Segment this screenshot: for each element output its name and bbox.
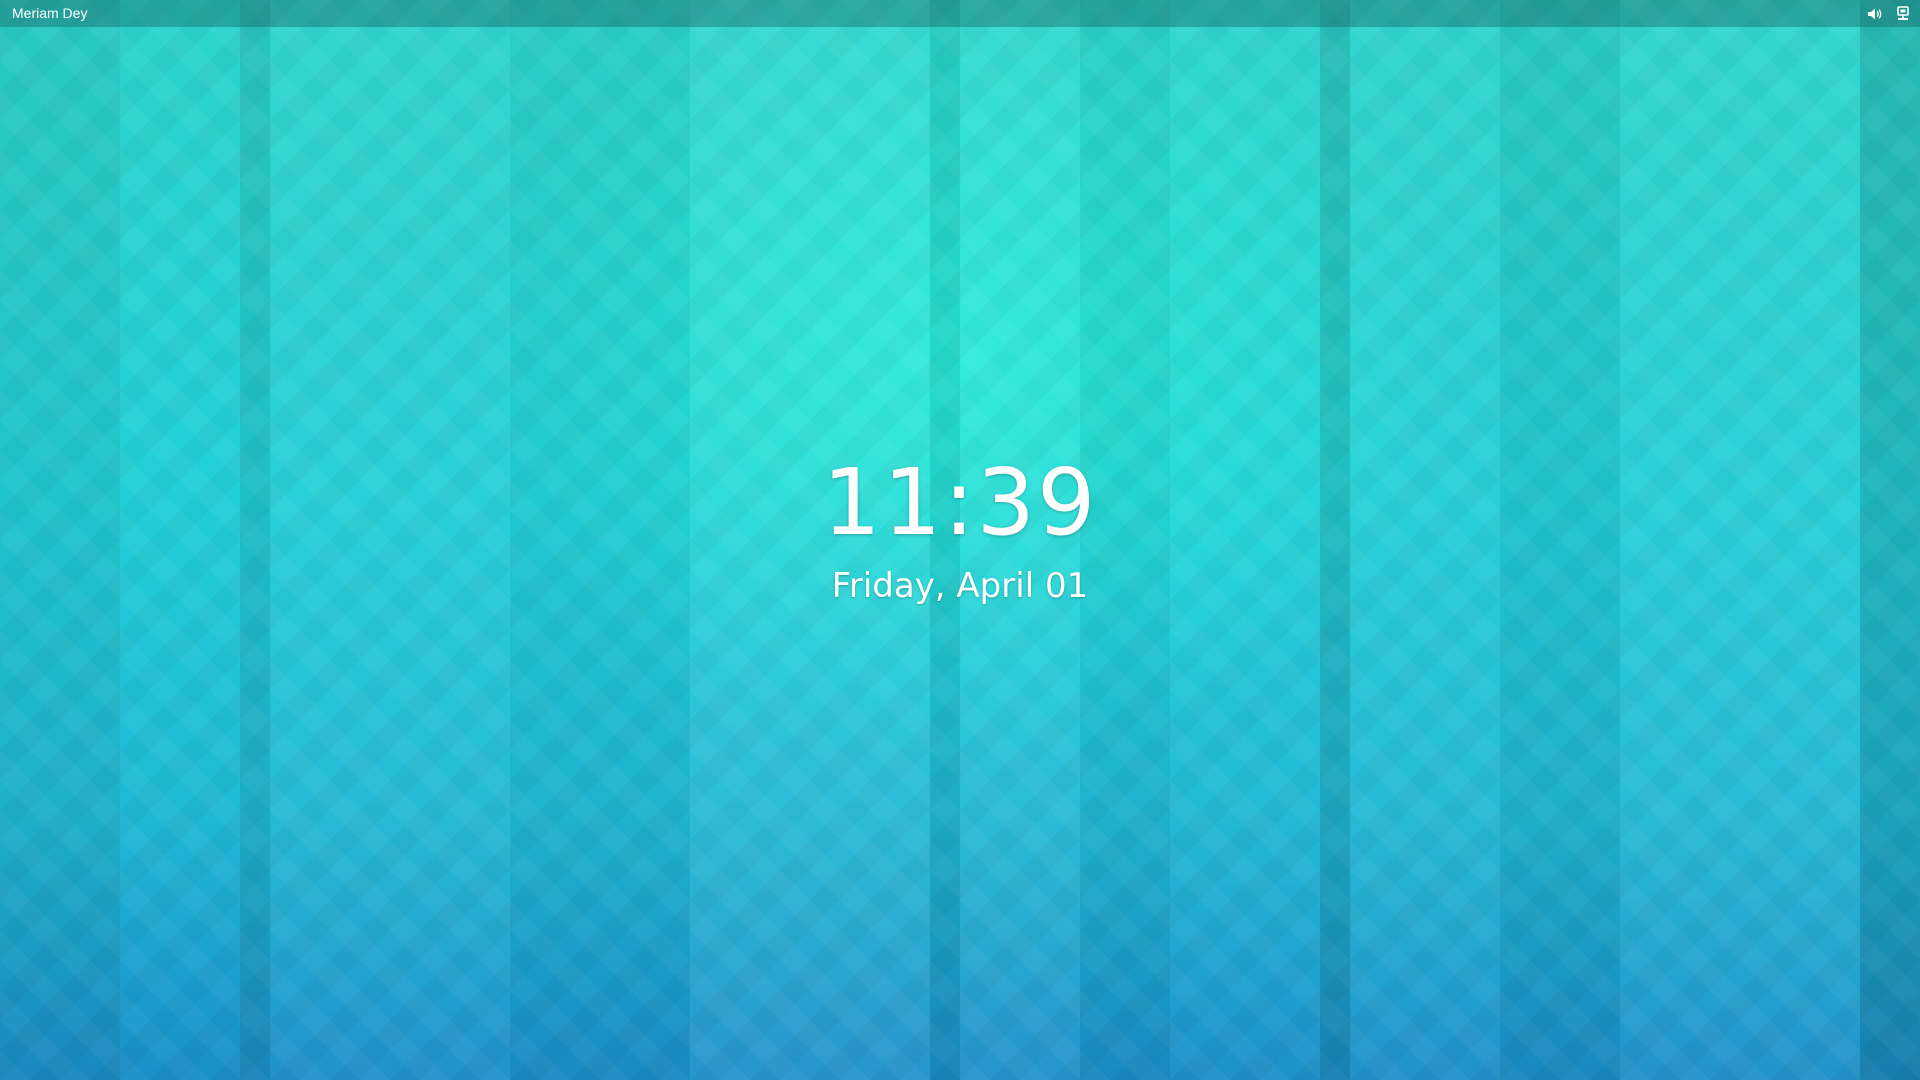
clock-date: Friday, April 01 (831, 566, 1089, 606)
network-icon[interactable] (1894, 5, 1912, 23)
volume-icon[interactable] (1866, 5, 1884, 23)
user-name[interactable]: Meriam Dey (12, 5, 87, 22)
top-bar: Meriam Dey (0, 0, 1920, 27)
lock-screen-clock: 11:39 Friday, April 01 (0, 448, 1920, 606)
system-tray[interactable] (1866, 4, 1912, 23)
clock-time: 11:39 (822, 449, 1098, 556)
